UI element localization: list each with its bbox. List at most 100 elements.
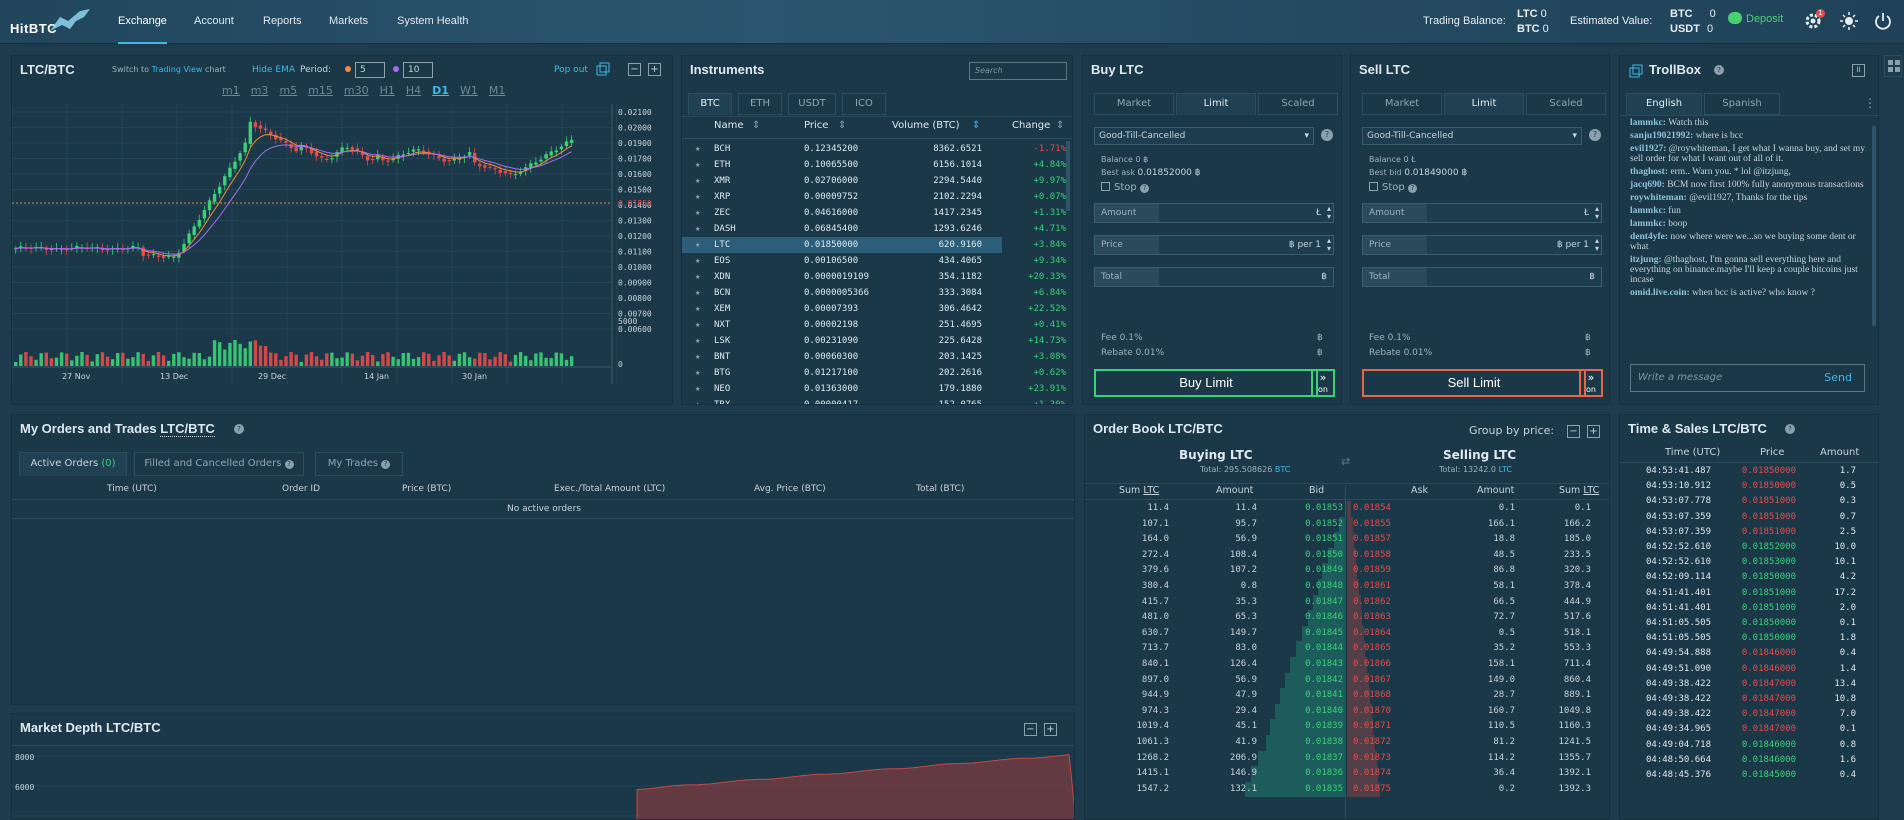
trading-view-link[interactable]: Trading View <box>152 65 203 74</box>
buy-tif-select[interactable]: Good-Till-Cancelled ▾ <box>1094 127 1314 145</box>
sell-tab-market[interactable]: Market <box>1362 93 1442 115</box>
deposit-button[interactable]: Deposit <box>1728 12 1783 30</box>
nav-markets[interactable]: Markets <box>329 0 368 44</box>
chat-tab-english[interactable]: English <box>1626 93 1702 115</box>
info-icon[interactable]: ? <box>1321 129 1333 141</box>
sell-stop-checkbox[interactable] <box>1369 182 1378 191</box>
nav-account[interactable]: Account <box>194 0 234 44</box>
sell-tab-limit[interactable]: Limit <box>1444 93 1524 115</box>
instrument-row[interactable]: ★ LSK 0.00231090 225.6428 +14.73% <box>682 333 1066 349</box>
orderbook-row[interactable]: 11.4 11.4 0.01853 0.01854 0.1 0.1 <box>1085 501 1609 517</box>
sell-stop[interactable]: Stop ? <box>1369 182 1417 193</box>
instrument-row[interactable]: ★ XMR 0.02706000 2294.5440 +9.97% <box>682 173 1066 189</box>
instruments-scrollbar[interactable] <box>1066 141 1070 211</box>
expand-icon[interactable]: + <box>648 63 661 76</box>
search-input[interactable]: Search <box>969 62 1067 80</box>
col-price[interactable]: Price <box>804 120 828 131</box>
minimize-icon[interactable]: − <box>628 63 641 76</box>
buy-stop-checkbox[interactable] <box>1101 182 1110 191</box>
tab-btc[interactable]: BTC <box>688 93 732 115</box>
layout-icon[interactable] <box>1884 55 1902 77</box>
buy-price-field[interactable]: Price ฿ per 1 ▴ ▾ <box>1094 235 1334 255</box>
minimize-icon[interactable]: − <box>1024 723 1037 736</box>
sell-tif-select[interactable]: Good-Till-Cancelled ▾ <box>1362 127 1582 145</box>
chat-tab-spanish[interactable]: Spanish <box>1704 93 1780 115</box>
popout-link[interactable]: Pop out <box>554 65 588 75</box>
tab-usdt[interactable]: USDT <box>788 93 836 115</box>
instrument-row[interactable]: ★ ZEC 0.04616000 1417.2345 +1.31% <box>682 205 1066 221</box>
help-icon[interactable]: ? <box>1785 424 1795 434</box>
col-change[interactable]: Change <box>1012 120 1050 131</box>
orderbook-row[interactable]: 1061.3 41.9 0.01838 0.01872 81.2 1241.5 <box>1085 735 1609 751</box>
instrument-row[interactable]: ★ LTC 0.01850000 620.9160 +3.84% <box>682 237 1066 253</box>
orderbook-row[interactable]: 272.4 108.4 0.01850 0.01858 48.5 233.5 <box>1085 548 1609 564</box>
instrument-row[interactable]: ★ XDN 0.0000019109 354.1182 +20.33% <box>682 269 1066 285</box>
orderbook-row[interactable]: 1268.2 206.9 0.01837 0.01873 114.2 1355.7 <box>1085 751 1609 767</box>
buy-tab-limit[interactable]: Limit <box>1176 93 1256 115</box>
col-volume[interactable]: Volume (BTC) <box>892 120 960 131</box>
orderbook-row[interactable]: 974.3 29.4 0.01840 0.01870 160.7 1049.8 <box>1085 704 1609 720</box>
orderbook-row[interactable]: 840.1 126.4 0.01843 0.01866 158.1 711.4 <box>1085 657 1609 673</box>
orderbook-row[interactable]: 713.7 83.0 0.01844 0.01865 35.2 553.3 <box>1085 641 1609 657</box>
help-icon[interactable]: ? <box>1714 65 1724 75</box>
nav-system-health[interactable]: System Health <box>397 0 469 44</box>
candlestick-chart[interactable]: 0.02100 0.02000 0.01900 0.01700 0.01600 0.015… <box>12 84 674 406</box>
tab-filled-cancelled[interactable]: Filled and Cancelled Orders ? <box>134 452 304 476</box>
orderbook-row[interactable]: 107.1 95.7 0.01852 0.01855 166.1 166.2 <box>1085 517 1609 533</box>
col-name[interactable]: Name <box>714 120 744 131</box>
buy-limit-button[interactable]: Buy Limit <box>1094 369 1318 397</box>
instrument-row[interactable]: ★ BCH 0.12345200 8362.6521 -1.71% <box>682 141 1066 157</box>
power-icon[interactable] <box>1874 12 1892 30</box>
instrument-row[interactable]: ★ XEM 0.00007393 306.4642 +22.52% <box>682 301 1066 317</box>
orderbook-row[interactable]: 630.7 149.7 0.01845 0.01864 0.5 518.1 <box>1085 626 1609 642</box>
orderbook-row[interactable]: 1415.1 146.9 0.01836 0.01874 36.4 1392.1 <box>1085 766 1609 782</box>
instrument-row[interactable]: ★ BCN 0.0000005366 333.3084 +6.84% <box>682 285 1066 301</box>
popout-icon[interactable] <box>1629 64 1643 78</box>
tab-eth[interactable]: ETH <box>738 93 782 115</box>
group-plus-icon[interactable]: + <box>1587 425 1600 438</box>
buy-post-only-toggle[interactable]: » on <box>1311 369 1335 397</box>
period2-input[interactable]: 10 <box>403 62 433 78</box>
pause-icon[interactable]: ll <box>1852 64 1865 77</box>
instrument-row[interactable]: ★ NXT 0.00002198 251.4695 +0.41% <box>682 317 1066 333</box>
orderbook-row[interactable]: 481.0 65.3 0.01846 0.01863 72.7 517.6 <box>1085 610 1609 626</box>
instrument-row[interactable]: ★ BNT 0.00060300 203.1425 +3.08% <box>682 349 1066 365</box>
orderbook-row[interactable]: 897.0 56.9 0.01842 0.01867 149.0 860.4 <box>1085 673 1609 689</box>
sell-post-only-toggle[interactable]: » on <box>1579 369 1603 397</box>
nav-exchange[interactable]: Exchange <box>118 0 167 44</box>
sell-limit-button[interactable]: Sell Limit <box>1362 369 1586 397</box>
expand-icon[interactable]: + <box>1044 723 1057 736</box>
popout-icon[interactable] <box>596 62 610 76</box>
buy-stop[interactable]: Stop ? <box>1101 182 1149 193</box>
instrument-row[interactable]: ★ EOS 0.00106500 434.4065 +9.34% <box>682 253 1066 269</box>
chat-input[interactable]: Write a message <box>1638 372 1722 383</box>
orderbook-row[interactable]: 1019.4 45.1 0.01839 0.01871 110.5 1160.3 <box>1085 719 1609 735</box>
more-icon[interactable]: ⋮ <box>1864 96 1876 110</box>
hide-ema-link[interactable]: Hide EMA <box>252 65 295 75</box>
sun-icon[interactable] <box>1840 12 1858 30</box>
sell-tab-scaled[interactable]: Scaled <box>1526 93 1606 115</box>
sell-amount-field[interactable]: Amount Ł ▴ ▾ <box>1362 203 1602 223</box>
instrument-row[interactable]: ★ XRP 0.00009752 2102.2294 +0.07% <box>682 189 1066 205</box>
instrument-row[interactable]: ★ BTG 0.01217100 202.2616 +0.62% <box>682 365 1066 381</box>
depth-chart[interactable]: 8000 6000 <box>12 746 1075 820</box>
orderbook-row[interactable]: 164.0 56.9 0.01851 0.01857 18.8 185.0 <box>1085 532 1609 548</box>
info-icon[interactable]: ? <box>1589 129 1601 141</box>
instrument-row[interactable]: ★ TRX 0.00000417 152.0765 +1.30% <box>682 397 1066 404</box>
period1-input[interactable]: 5 <box>355 62 385 78</box>
orderbook-row[interactable]: 380.4 0.8 0.01848 0.01861 58.1 378.4 <box>1085 579 1609 595</box>
tab-my-trades[interactable]: My Trades ? <box>315 452 403 476</box>
buy-amount-field[interactable]: Amount Ł ▴ ▾ <box>1094 203 1334 223</box>
orderbook-row[interactable]: 379.6 107.2 0.01849 0.01859 86.8 320.3 <box>1085 563 1609 579</box>
tab-ico[interactable]: ICO <box>842 93 886 115</box>
group-minus-icon[interactable]: − <box>1567 425 1580 438</box>
logo[interactable]: HitBTC <box>10 7 100 39</box>
swap-icon[interactable]: ⇄ <box>1341 455 1350 468</box>
buy-tab-market[interactable]: Market <box>1094 93 1174 115</box>
send-button[interactable]: Send <box>1824 371 1852 384</box>
nav-reports[interactable]: Reports <box>263 0 302 44</box>
instrument-row[interactable]: ★ DASH 0.06845400 1293.6246 +4.71% <box>682 221 1066 237</box>
instrument-row[interactable]: ★ ETH 0.10065500 6156.1014 +4.84% <box>682 157 1066 173</box>
tab-active-orders[interactable]: Active Orders (0) <box>19 452 127 476</box>
sell-price-field[interactable]: Price ฿ per 1 ▴ ▾ <box>1362 235 1602 255</box>
